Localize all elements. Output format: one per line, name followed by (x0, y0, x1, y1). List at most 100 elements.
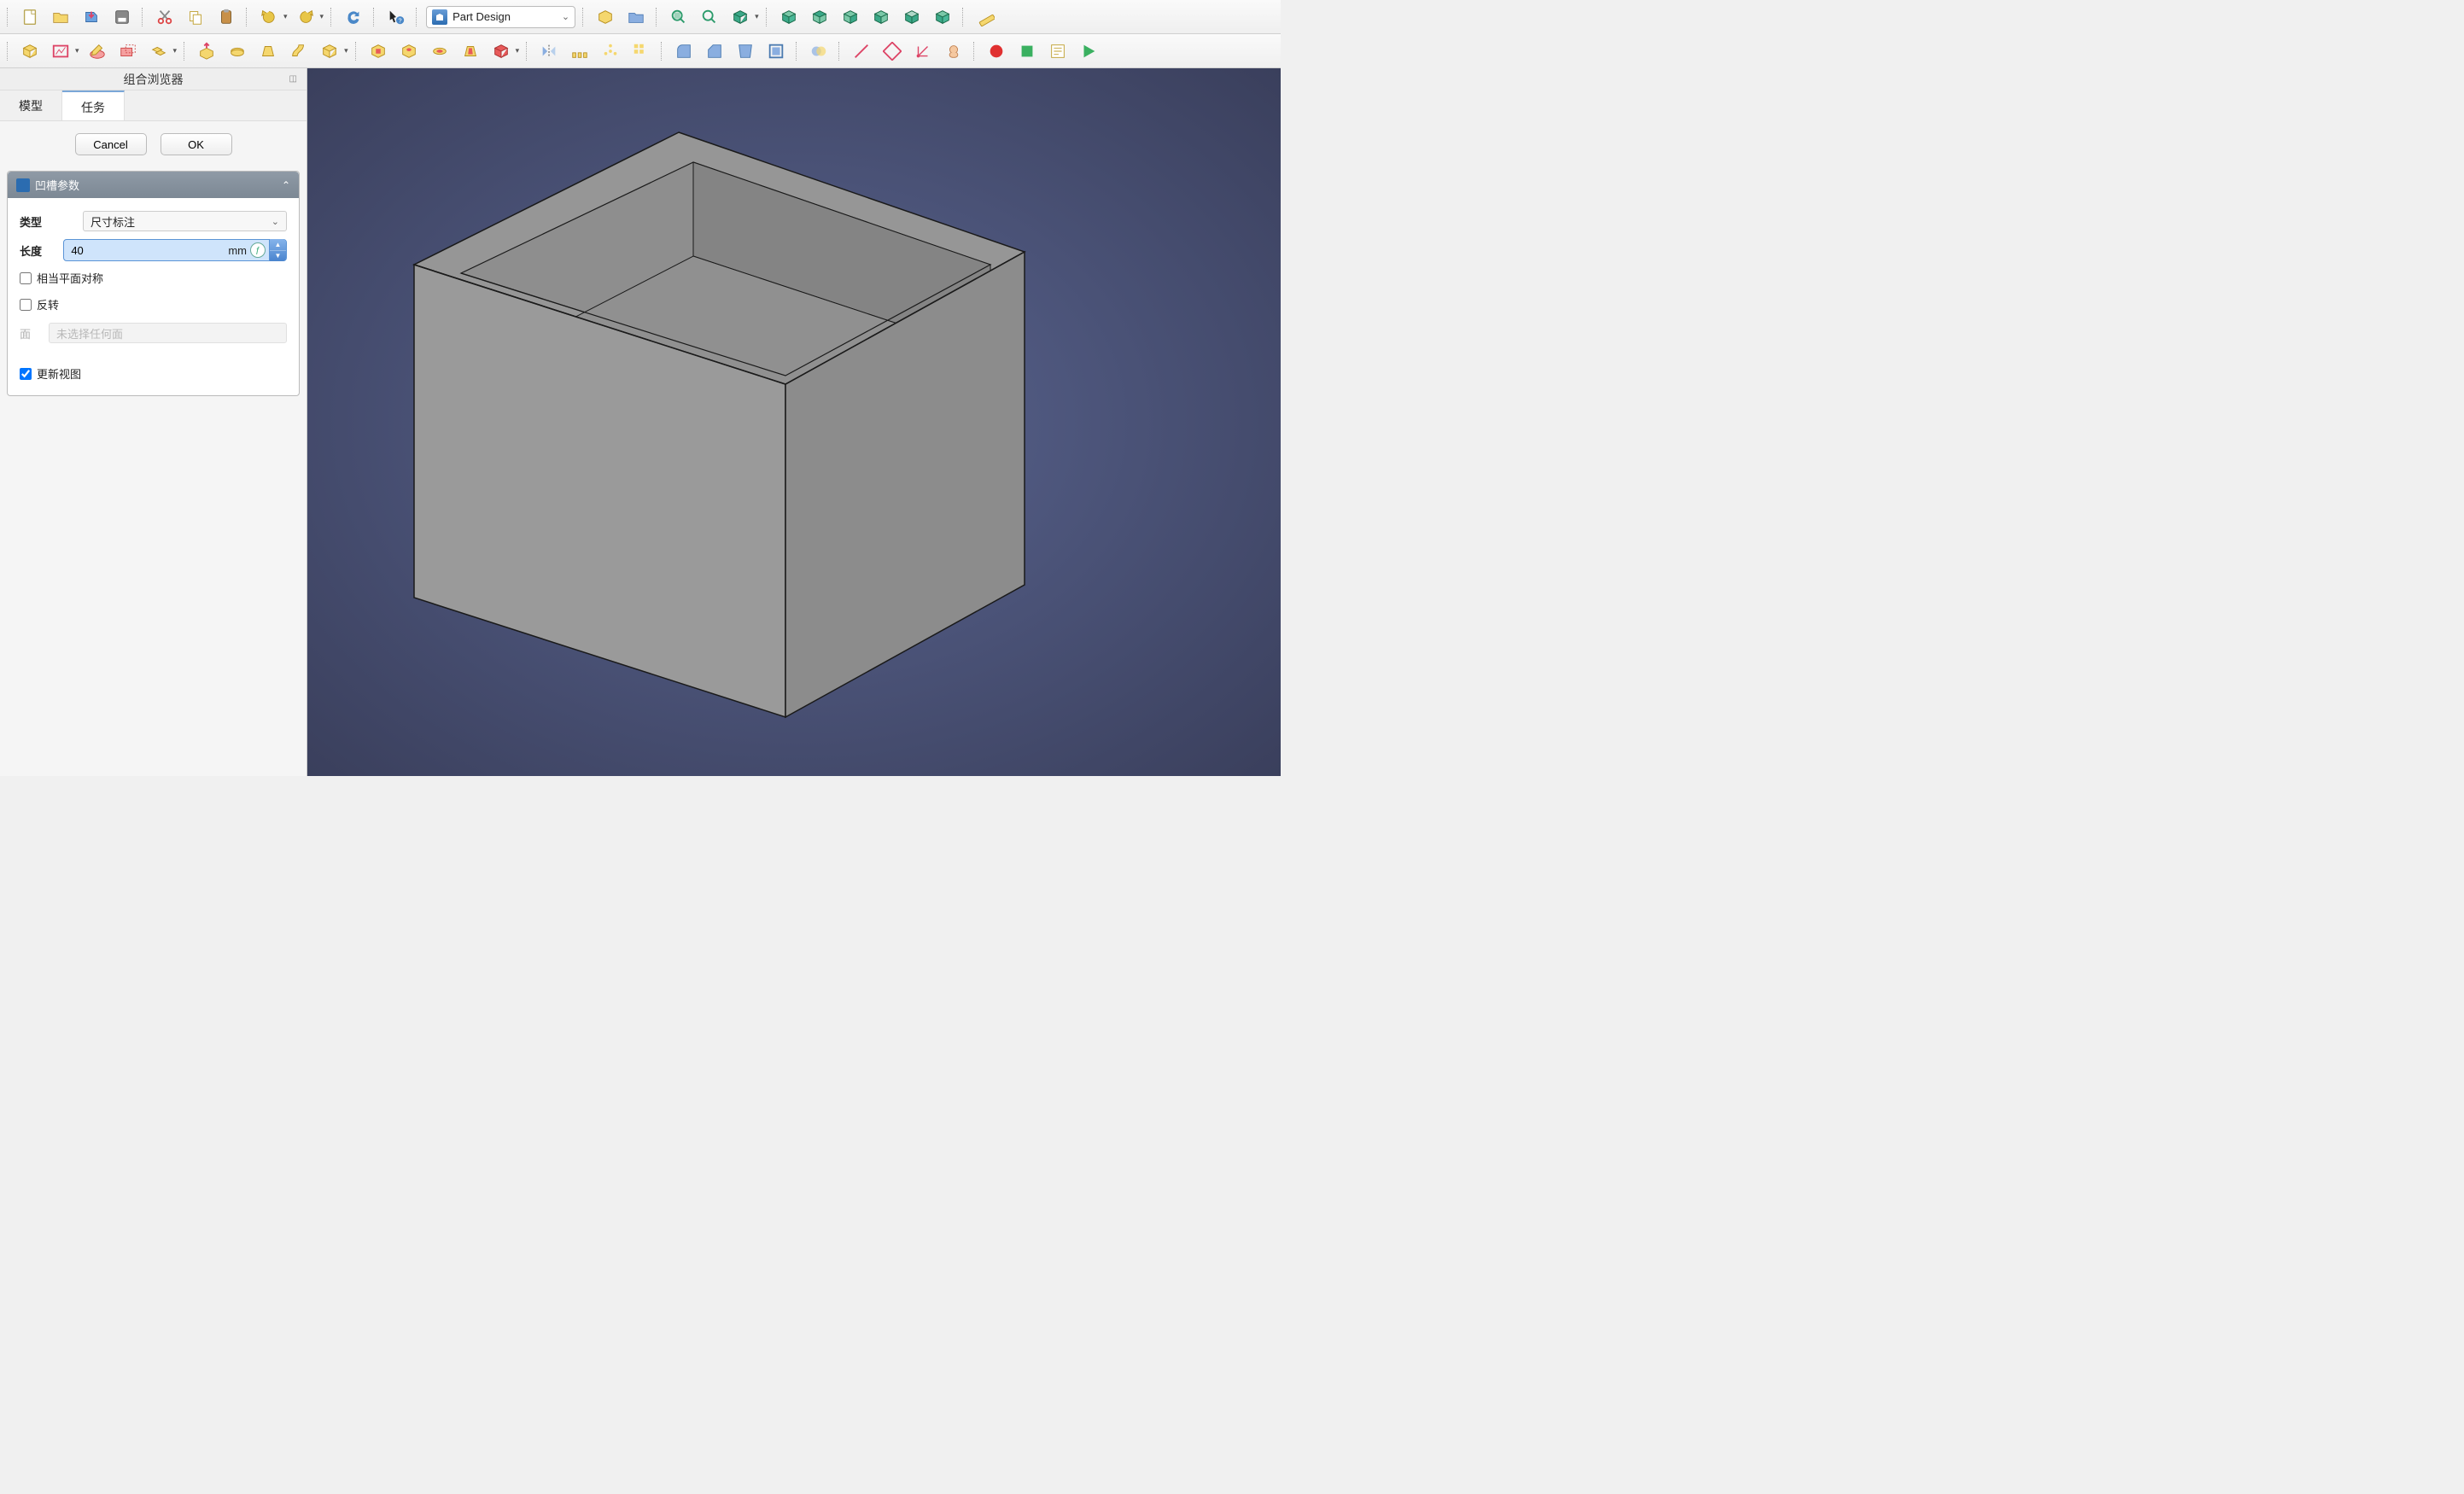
view-right-icon[interactable] (838, 4, 863, 30)
workbench-label: Part Design (453, 10, 557, 23)
view-front-icon[interactable] (776, 4, 802, 30)
face-field[interactable]: 未选择任何面 (49, 323, 287, 343)
execute-macro-icon[interactable] (1076, 38, 1101, 64)
face-label: 面 (20, 325, 40, 341)
symmetric-label: 相当平面对称 (37, 270, 103, 286)
coordinate-system-icon[interactable] (910, 38, 936, 64)
face-placeholder: 未选择任何面 (56, 325, 123, 341)
view-dropdown[interactable]: ▾ (755, 12, 759, 21)
sweep-icon[interactable] (286, 38, 312, 64)
3d-model-render (307, 68, 1281, 776)
ok-button[interactable]: OK (161, 133, 232, 155)
map-sketch-icon[interactable] (115, 38, 141, 64)
refresh-icon[interactable] (341, 4, 366, 30)
3d-viewport[interactable] (307, 68, 1281, 776)
additive-primitive-icon[interactable] (317, 38, 342, 64)
section-title: 凹槽参数 (35, 177, 79, 193)
panel-tabs: 模型 任务 (0, 90, 307, 121)
fillet-icon[interactable] (671, 38, 697, 64)
group-icon[interactable] (623, 4, 649, 30)
pocket-icon[interactable] (365, 38, 391, 64)
chevron-down-icon: ⌄ (562, 11, 569, 22)
part-icon[interactable] (593, 4, 618, 30)
svg-text:?: ? (399, 16, 402, 24)
whatsthis-icon[interactable]: ? (383, 4, 409, 30)
redo-dropdown[interactable]: ▾ (320, 12, 324, 21)
new-file-icon[interactable] (17, 4, 43, 30)
fit-selection-icon[interactable] (697, 4, 722, 30)
fit-all-icon[interactable] (666, 4, 692, 30)
expression-button[interactable]: ƒ (250, 242, 266, 258)
type-select[interactable]: 尺寸标注 ⌄ (83, 211, 287, 231)
reverse-label: 反转 (37, 296, 59, 312)
pad-icon[interactable] (194, 38, 219, 64)
length-unit: mm (228, 244, 250, 257)
linear-pattern-icon[interactable] (567, 38, 593, 64)
draft-icon[interactable] (733, 38, 758, 64)
chevron-down-icon: ⌄ (272, 216, 279, 227)
chamfer-icon[interactable] (702, 38, 727, 64)
measure-icon[interactable] (972, 4, 998, 30)
cancel-button[interactable]: Cancel (75, 133, 147, 155)
length-input-group: mm ƒ ▲▼ (63, 239, 287, 261)
datum-line-icon[interactable] (849, 38, 874, 64)
save-as-icon[interactable] (109, 4, 135, 30)
boolean-icon[interactable] (806, 38, 832, 64)
mirror-icon[interactable] (536, 38, 562, 64)
macros-icon[interactable] (1045, 38, 1071, 64)
workbench-selector[interactable]: Part Design ⌄ (426, 6, 575, 28)
stop-macro-icon[interactable] (1014, 38, 1040, 64)
undo-icon[interactable] (256, 4, 282, 30)
tab-model[interactable]: 模型 (0, 90, 62, 120)
loft-icon[interactable] (255, 38, 281, 64)
reverse-checkbox[interactable] (20, 299, 32, 311)
combo-view-panel: 组合浏览器 ◫ 模型 任务 Cancel OK 凹槽参数 ⌃ 类型 尺寸标注 ⌄ (0, 68, 307, 776)
subtractive-dropdown[interactable]: ▾ (516, 46, 520, 55)
view-top-icon[interactable] (807, 4, 832, 30)
undo-dropdown[interactable]: ▾ (283, 12, 288, 21)
record-macro-icon[interactable] (984, 38, 1009, 64)
datum-plane-icon[interactable] (879, 38, 905, 64)
view-rear-icon[interactable] (868, 4, 894, 30)
shape-binder-icon[interactable] (941, 38, 966, 64)
panel-detach-icon[interactable]: ◫ (289, 74, 298, 84)
paste-icon[interactable] (213, 4, 239, 30)
edit-sketch-icon[interactable] (85, 38, 110, 64)
sub-loft-icon[interactable] (458, 38, 483, 64)
type-value: 尺寸标注 (91, 213, 135, 230)
update-view-checkbox[interactable] (20, 368, 32, 380)
tab-task[interactable]: 任务 (62, 90, 125, 120)
sketch-dropdown[interactable]: ▾ (75, 46, 79, 55)
revolve-icon[interactable] (225, 38, 250, 64)
clone-dropdown[interactable]: ▾ (173, 46, 178, 55)
update-view-label: 更新视图 (37, 365, 81, 382)
sub-primitive-icon[interactable] (488, 38, 514, 64)
chevron-up-icon: ⌃ (282, 179, 290, 191)
pocket-header-icon (16, 178, 30, 192)
new-sketch-icon[interactable] (48, 38, 73, 64)
thickness-icon[interactable] (763, 38, 789, 64)
length-stepper[interactable]: ▲▼ (269, 239, 286, 261)
copy-icon[interactable] (183, 4, 208, 30)
main-toolbar-row-2: ▾ ▾ ▾ ▾ (0, 34, 1281, 68)
additive-dropdown[interactable]: ▾ (344, 46, 348, 55)
main-toolbar-row-1: ▾ ▾ ? Part Design ⌄ ▾ (0, 0, 1281, 34)
groove-icon[interactable] (427, 38, 453, 64)
type-label: 类型 (20, 213, 74, 230)
cut-icon[interactable] (152, 4, 178, 30)
polar-pattern-icon[interactable] (598, 38, 623, 64)
hole-icon[interactable] (396, 38, 422, 64)
symmetric-checkbox[interactable] (20, 272, 32, 284)
redo-icon[interactable] (293, 4, 318, 30)
multi-transform-icon[interactable] (628, 38, 654, 64)
create-body-icon[interactable] (17, 38, 43, 64)
length-input[interactable] (64, 244, 228, 257)
open-file-icon[interactable] (48, 4, 73, 30)
view-bottom-icon[interactable] (899, 4, 925, 30)
length-label: 长度 (20, 242, 55, 259)
clone-icon[interactable] (146, 38, 172, 64)
view-left-icon[interactable] (930, 4, 955, 30)
save-icon[interactable] (79, 4, 104, 30)
section-header[interactable]: 凹槽参数 ⌃ (8, 172, 299, 198)
iso-view-icon[interactable] (727, 4, 753, 30)
